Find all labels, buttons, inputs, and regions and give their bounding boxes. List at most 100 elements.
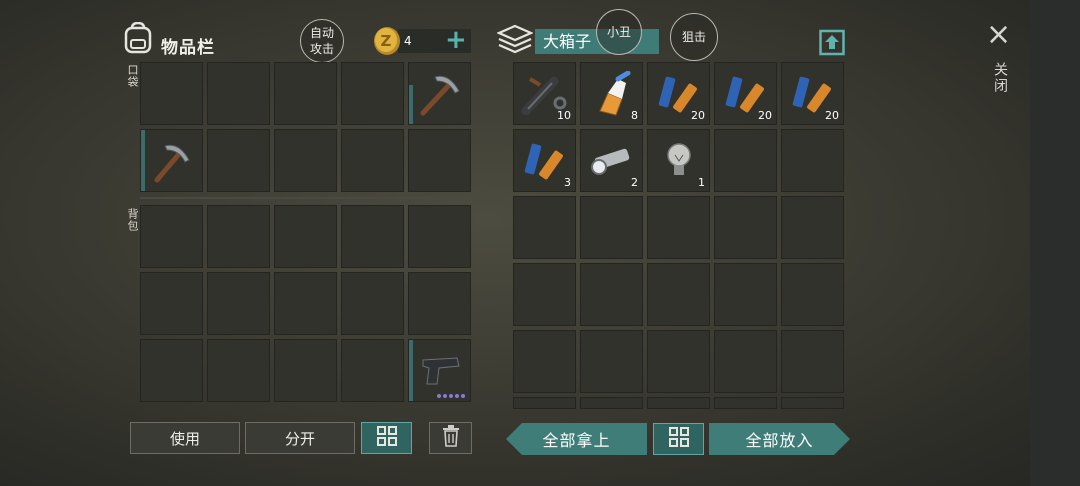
pocket-slot[interactable] — [408, 129, 471, 192]
item-quantity: 20 — [691, 109, 705, 122]
container-slot[interactable] — [714, 129, 777, 192]
auto-attack-button[interactable]: 自动 攻击 — [300, 19, 344, 63]
container-slot[interactable] — [580, 263, 643, 326]
container-slot[interactable] — [580, 196, 643, 259]
container-slot[interactable] — [781, 263, 844, 326]
snipe-button[interactable]: 狙击 — [670, 13, 718, 61]
container-slot[interactable] — [714, 196, 777, 259]
take-all-button[interactable]: 全部拿上 — [506, 423, 647, 455]
pocket-slot-pickaxe[interactable] — [140, 129, 203, 192]
rarity-dots — [437, 394, 465, 398]
coin-count: 4 — [404, 34, 412, 48]
backpack-slot[interactable] — [341, 339, 404, 402]
trash-icon — [442, 425, 460, 451]
container-slot-scope[interactable]: 10 — [513, 62, 576, 125]
pickaxe-icon — [409, 63, 470, 124]
sort-inventory-button[interactable] — [361, 422, 412, 454]
pocket-divider — [140, 197, 471, 199]
container-slot-partial[interactable] — [781, 397, 844, 409]
container-slot[interactable] — [781, 196, 844, 259]
container-slot[interactable] — [580, 330, 643, 393]
coin-icon: Z — [372, 25, 402, 57]
container-slot[interactable] — [513, 330, 576, 393]
inventory-title: 物品栏 — [161, 38, 215, 58]
backpack-slot-pistol[interactable] — [408, 339, 471, 402]
backpack-icon — [123, 22, 153, 54]
backpack-slot[interactable] — [140, 272, 203, 335]
container-slot[interactable] — [647, 330, 710, 393]
container-slot-light-bulb[interactable]: 1 — [647, 129, 710, 192]
item-quantity: 3 — [564, 176, 571, 189]
container-slot-partial[interactable] — [580, 397, 643, 409]
pocket-slot[interactable] — [274, 129, 337, 192]
backpack-slot[interactable] — [341, 272, 404, 335]
container-slot-partial[interactable] — [513, 397, 576, 409]
backpack-label: 背包 — [126, 208, 139, 232]
clown-label: 小丑 — [606, 25, 631, 39]
item-quantity: 20 — [825, 109, 839, 122]
backpack-slot[interactable] — [140, 205, 203, 268]
item-quantity: 20 — [758, 109, 772, 122]
sort-container-button[interactable] — [653, 423, 704, 455]
close-label[interactable]: 关闭 — [990, 62, 1010, 94]
item-quantity: 10 — [557, 109, 571, 122]
container-slot-batteries[interactable]: 20 — [781, 62, 844, 125]
backpack-slot[interactable] — [274, 272, 337, 335]
use-button[interactable]: 使用 — [130, 422, 240, 454]
svg-text:Z: Z — [381, 32, 392, 50]
container-slot[interactable] — [513, 263, 576, 326]
backpack-slot[interactable] — [408, 272, 471, 335]
backpack-slot[interactable] — [408, 205, 471, 268]
pocket-label: 口袋 — [126, 64, 139, 88]
container-slot-partial[interactable] — [647, 397, 710, 409]
container-slot[interactable] — [647, 196, 710, 259]
pocket-slot[interactable] — [341, 129, 404, 192]
backpack-slot[interactable] — [341, 205, 404, 268]
upload-icon[interactable] — [819, 28, 845, 56]
grid-sort-icon — [376, 426, 397, 450]
add-coin-button[interactable]: + — [445, 25, 467, 55]
pocket-slot[interactable] — [207, 62, 270, 125]
split-button[interactable]: 分开 — [245, 422, 355, 454]
container-slot[interactable] — [714, 263, 777, 326]
pickaxe-icon — [141, 130, 202, 191]
pocket-slot[interactable] — [341, 62, 404, 125]
pocket-slot[interactable] — [274, 62, 337, 125]
right-sidebar — [1030, 0, 1080, 486]
item-quantity: 2 — [631, 176, 638, 189]
pocket-grid — [140, 62, 471, 192]
container-slot[interactable] — [781, 330, 844, 393]
snipe-label: 狙击 — [681, 30, 706, 44]
container-slot-partial[interactable] — [714, 397, 777, 409]
backpack-slot[interactable] — [274, 205, 337, 268]
pocket-slot-pickaxe[interactable] — [408, 62, 471, 125]
container-slot-batteries[interactable]: 20 — [714, 62, 777, 125]
container-slot-flashlight[interactable]: 2 — [580, 129, 643, 192]
backpack-grid — [140, 205, 471, 402]
grid-sort-icon — [668, 427, 689, 451]
backpack-slot[interactable] — [140, 339, 203, 402]
container-slot[interactable] — [513, 196, 576, 259]
backpack-slot[interactable] — [207, 205, 270, 268]
auto-attack-label-2: 攻击 — [309, 42, 334, 56]
container-slot-glue[interactable]: 8 — [580, 62, 643, 125]
put-all-button[interactable]: 全部放入 — [709, 423, 850, 455]
container-slot[interactable] — [647, 263, 710, 326]
container-grid: 10 8 20 20 20 3 2 1 — [513, 62, 844, 409]
backpack-slot[interactable] — [274, 339, 337, 402]
container-slot[interactable] — [781, 129, 844, 192]
container-slot-batteries[interactable]: 20 — [647, 62, 710, 125]
container-slot[interactable] — [714, 330, 777, 393]
trash-button[interactable] — [429, 422, 472, 454]
pocket-slot[interactable] — [140, 62, 203, 125]
item-quantity: 1 — [698, 176, 705, 189]
pistol-icon — [409, 340, 470, 401]
container-slot-batteries[interactable]: 3 — [513, 129, 576, 192]
pocket-slot[interactable] — [207, 129, 270, 192]
backpack-slot[interactable] — [207, 272, 270, 335]
backpack-slot[interactable] — [207, 339, 270, 402]
auto-attack-label-1: 自动 — [309, 26, 334, 40]
close-icon[interactable]: × — [986, 20, 1011, 50]
clown-button[interactable]: 小丑 — [596, 9, 642, 55]
item-quantity: 8 — [631, 109, 638, 122]
